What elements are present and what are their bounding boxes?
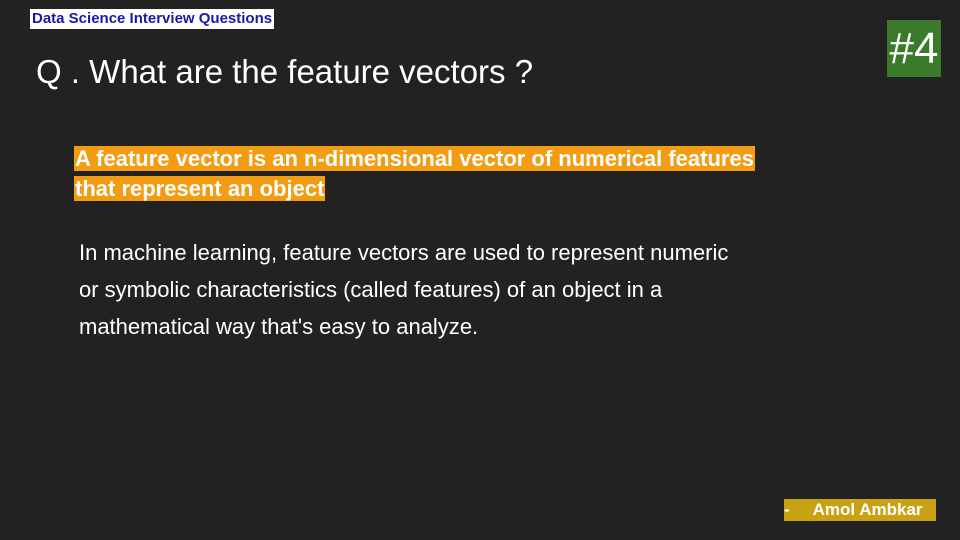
explanation-line-2: or symbolic characteristics (called feat… [79,277,663,302]
definition-line-1: A feature vector is an n-dimensional vec… [74,146,755,171]
author-credit: - Amol Ambkar [784,499,936,521]
series-label: Data Science Interview Questions [30,9,275,29]
explanation-line-3: mathematical way that's easy to analyze. [79,314,479,339]
question-title: Q . What are the feature vectors ? [36,53,534,90]
definition-highlight: A feature vector is an n-dimensional vec… [74,144,874,204]
question-number-badge: #4 [887,20,941,77]
explanation-text: In machine learning, feature vectors are… [79,234,859,345]
definition-line-2: that represent an object [74,176,326,201]
explanation-line-1: In machine learning, feature vectors are… [79,240,729,265]
